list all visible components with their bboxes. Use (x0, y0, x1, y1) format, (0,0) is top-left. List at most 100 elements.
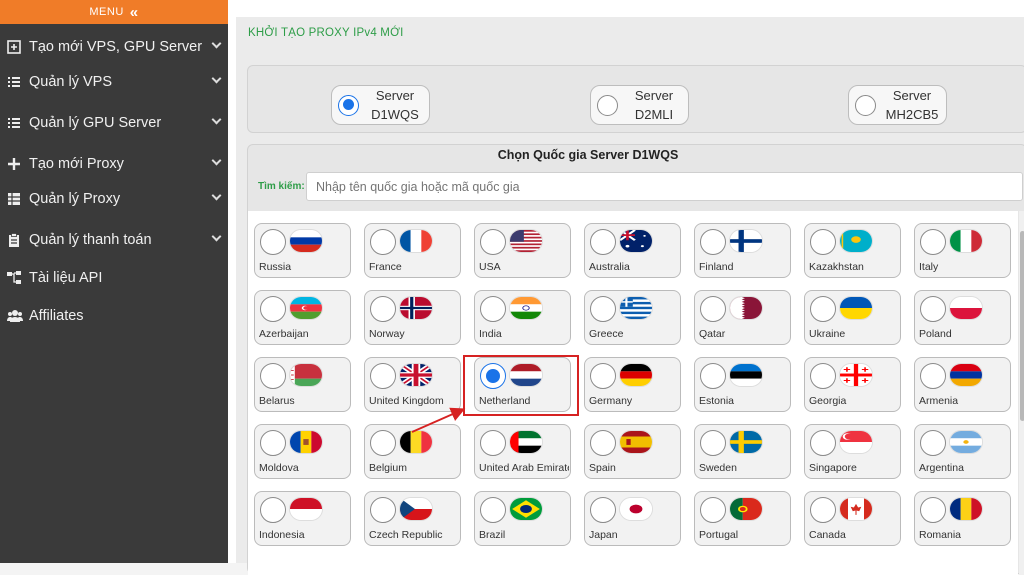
country-radio[interactable] (590, 430, 616, 456)
country-radio[interactable] (810, 229, 836, 255)
country-card-france[interactable]: France (364, 223, 461, 278)
country-radio[interactable] (810, 497, 836, 523)
country-card-moldova[interactable]: Moldova (254, 424, 351, 479)
country-radio[interactable] (480, 229, 506, 255)
sidebar-item-affiliates[interactable]: Affiliates (0, 302, 228, 330)
finland-flag-icon (729, 229, 763, 253)
country-card-norway[interactable]: Norway (364, 290, 461, 345)
country-card-italy[interactable]: Italy (914, 223, 1011, 278)
country-radio[interactable] (700, 497, 726, 523)
sidebar-item-create-vps[interactable]: Tạo mới VPS, GPU Server (0, 33, 228, 61)
country-radio[interactable] (370, 229, 396, 255)
country-radio[interactable] (810, 296, 836, 322)
country-radio[interactable] (480, 296, 506, 322)
country-card-estonia[interactable]: Estonia (694, 357, 791, 412)
country-card-australia[interactable]: Australia (584, 223, 681, 278)
country-radio[interactable] (590, 363, 616, 389)
country-card-portugal[interactable]: Portugal (694, 491, 791, 546)
country-card-indonesia[interactable]: Indonesia (254, 491, 351, 546)
country-card-belgium[interactable]: Belgium (364, 424, 461, 479)
country-radio[interactable] (370, 363, 396, 389)
country-card-azerbaijan[interactable]: Azerbaijan (254, 290, 351, 345)
country-radio[interactable] (260, 296, 286, 322)
menu-toggle[interactable]: MENU « (0, 0, 228, 24)
country-card-romania[interactable]: Romania (914, 491, 1011, 546)
sidebar-item-label: Tạo mới VPS, GPU Server (29, 39, 203, 55)
country-name: Australia (589, 261, 630, 273)
country-radio[interactable] (370, 430, 396, 456)
country-radio[interactable] (810, 430, 836, 456)
country-card-spain[interactable]: Spain (584, 424, 681, 479)
country-card-singapore[interactable]: Singapore (804, 424, 901, 479)
country-card-united-kingdom[interactable]: United Kingdom (364, 357, 461, 412)
country-card-belarus[interactable]: Belarus (254, 357, 351, 412)
country-radio[interactable] (590, 296, 616, 322)
country-radio[interactable] (920, 497, 946, 523)
server-option-d1wqs[interactable]: Server D1WQS (331, 85, 430, 125)
country-radio[interactable] (260, 229, 286, 255)
country-card-india[interactable]: India (474, 290, 571, 345)
sidebar-item-manage-vps[interactable]: Quản lý VPS (0, 68, 228, 96)
country-card-brazil[interactable]: Brazil (474, 491, 571, 546)
sidebar-item-create-proxy[interactable]: Tạo mới Proxy (0, 150, 228, 178)
country-card-ukraine[interactable]: Ukraine (804, 290, 901, 345)
country-card-armenia[interactable]: Armenia (914, 357, 1011, 412)
country-card-usa[interactable]: USA (474, 223, 571, 278)
server-option-mh2cb5[interactable]: Server MH2CB5 (848, 85, 947, 125)
country-card-georgia[interactable]: Georgia (804, 357, 901, 412)
country-name: Canada (809, 529, 846, 541)
country-card-russia[interactable]: Russia (254, 223, 351, 278)
country-radio[interactable] (920, 229, 946, 255)
country-radio[interactable] (810, 363, 836, 389)
argentina-flag-icon (949, 430, 983, 454)
double-chevron-left-icon[interactable]: « (130, 5, 139, 20)
page-title: KHỞI TẠO PROXY IPv4 MỚI (248, 27, 404, 39)
country-radio[interactable] (480, 497, 506, 523)
country-card-sweden[interactable]: Sweden (694, 424, 791, 479)
country-card-poland[interactable]: Poland (914, 290, 1011, 345)
server-radio[interactable] (855, 94, 876, 116)
country-radio[interactable] (920, 430, 946, 456)
country-radio[interactable] (260, 497, 286, 523)
country-card-kazakhstan[interactable]: Kazakhstan (804, 223, 901, 278)
server-option-d2mli[interactable]: Server D2MLI (590, 85, 689, 125)
plus-square-icon (7, 40, 21, 54)
chevron-down-icon (211, 190, 222, 201)
sidebar-item-api-docs[interactable]: Tài liệu API (0, 264, 228, 292)
country-radio[interactable] (590, 497, 616, 523)
clipboard-icon (7, 233, 21, 247)
country-radio[interactable] (700, 229, 726, 255)
country-card-japan[interactable]: Japan (584, 491, 681, 546)
country-radio[interactable] (370, 296, 396, 322)
country-card-qatar[interactable]: Qatar (694, 290, 791, 345)
country-card-argentina[interactable]: Argentina (914, 424, 1011, 479)
country-radio[interactable] (370, 497, 396, 523)
sidebar-item-manage-proxy[interactable]: Quản lý Proxy (0, 185, 228, 213)
country-radio[interactable] (480, 430, 506, 456)
country-card-united-arab-emirates[interactable]: United Arab Emirates (474, 424, 571, 479)
plus-icon (7, 157, 21, 171)
sidebar-item-manage-gpu[interactable]: Quản lý GPU Server (0, 109, 228, 137)
server-radio[interactable] (338, 94, 359, 116)
country-radio[interactable] (260, 430, 286, 456)
country-card-finland[interactable]: Finland (694, 223, 791, 278)
sidebar-item-manage-payment[interactable]: Quản lý thanh toán (0, 226, 228, 254)
country-radio[interactable] (700, 296, 726, 322)
country-radio[interactable] (260, 363, 286, 389)
country-search-input[interactable] (306, 172, 1023, 201)
country-card-greece[interactable]: Greece (584, 290, 681, 345)
server-radio[interactable] (597, 94, 618, 116)
country-radio[interactable] (590, 229, 616, 255)
country-radio[interactable] (700, 430, 726, 456)
moldova-flag-icon (289, 430, 323, 454)
country-card-germany[interactable]: Germany (584, 357, 681, 412)
country-radio[interactable] (920, 363, 946, 389)
country-card-canada[interactable]: Canada (804, 491, 901, 546)
country-card-czech-republic[interactable]: Czech Republic (364, 491, 461, 546)
scrollbar-thumb[interactable] (1020, 231, 1024, 421)
country-radio[interactable] (700, 363, 726, 389)
country-radio[interactable] (920, 296, 946, 322)
sidebar: MENU « Tạo mới VPS, GPU Server Quản lý V… (0, 0, 228, 563)
list-icon (7, 75, 21, 89)
list-icon (7, 116, 21, 130)
